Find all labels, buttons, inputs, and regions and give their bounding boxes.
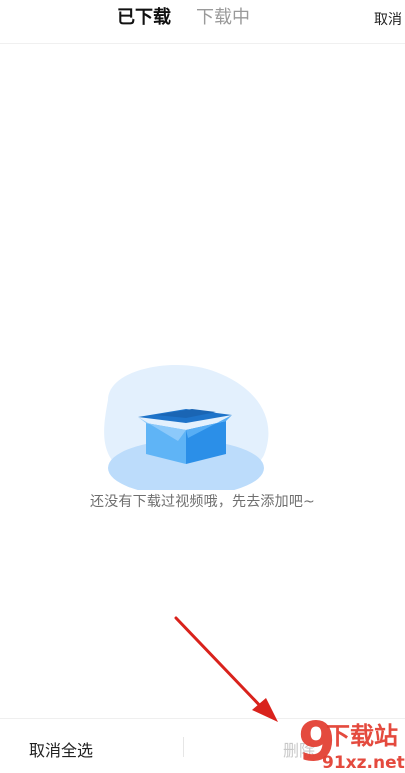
download-manager-screen: 已下载 下载中 取消 还没有下载过视频哦，先去添加吧~ 取消全选 删除 9 下载… bbox=[0, 0, 405, 773]
tab-downloading[interactable]: 下载中 bbox=[196, 7, 250, 29]
empty-state-message: 还没有下载过视频哦，先去添加吧~ bbox=[90, 494, 315, 510]
open-box-icon bbox=[104, 364, 269, 490]
cancel-button[interactable]: 取消 bbox=[374, 9, 402, 29]
cancel-select-all-button[interactable]: 取消全选 bbox=[29, 737, 93, 761]
header-bar: 已下载 下载中 取消 bbox=[0, 0, 405, 44]
watermark-site-text: 91xz.net bbox=[322, 753, 405, 773]
bottom-divider bbox=[183, 737, 184, 757]
red-arrow-icon bbox=[174, 616, 278, 722]
watermark-logo: 9 下载站 91xz.net bbox=[298, 710, 405, 773]
watermark-logo-text: 下载站 bbox=[326, 722, 398, 750]
tab-downloaded[interactable]: 已下载 bbox=[117, 7, 171, 29]
